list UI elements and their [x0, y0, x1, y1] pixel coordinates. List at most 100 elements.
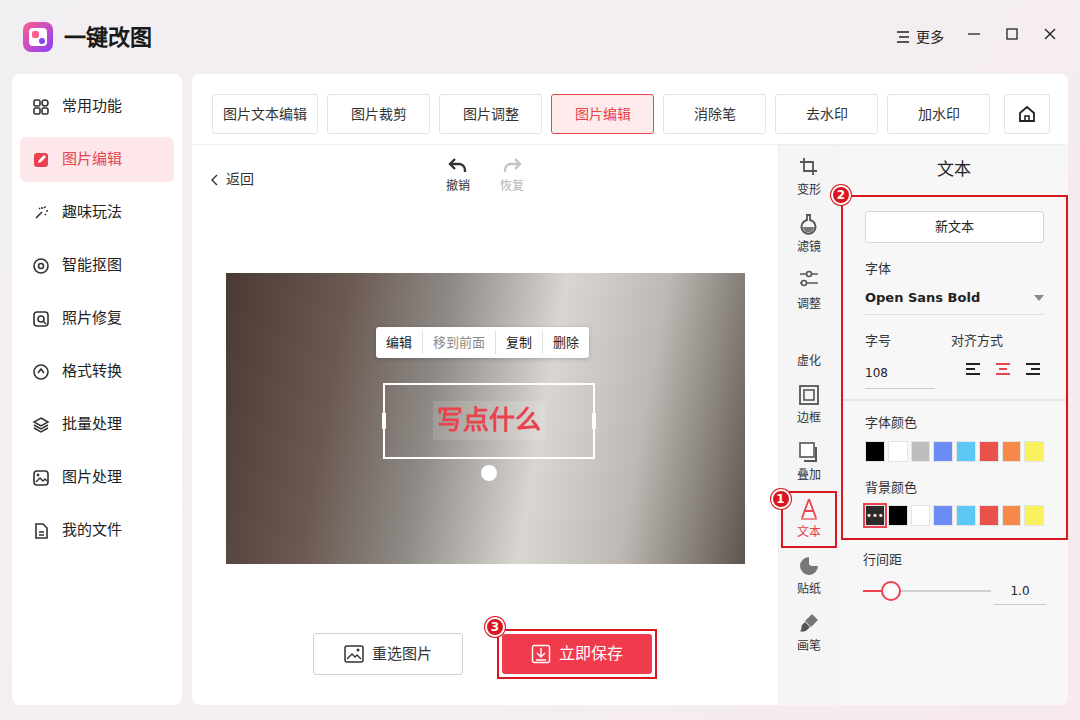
color-swatch[interactable]: [911, 505, 931, 526]
history-controls: 撤销 恢复: [446, 155, 524, 195]
reselect-button[interactable]: 重选图片: [313, 633, 463, 675]
close-icon: [1042, 26, 1058, 42]
color-swatch[interactable]: [1002, 441, 1022, 462]
resize-handle[interactable]: [382, 413, 386, 429]
color-swatch[interactable]: [1002, 505, 1022, 526]
color-swatch[interactable]: [979, 441, 999, 462]
maximize-button[interactable]: [1004, 26, 1020, 48]
tool-item[interactable]: 边框: [781, 377, 837, 434]
new-text-button[interactable]: 新文本: [865, 211, 1044, 243]
canvas-actions: 重选图片立即保存3: [192, 621, 778, 705]
tab[interactable]: 图片调整: [439, 94, 542, 134]
color-swatch[interactable]: [1024, 505, 1044, 526]
tool-item[interactable]: 变形: [781, 149, 837, 206]
align-right-button[interactable]: [1022, 358, 1044, 380]
sidebar-item[interactable]: 格式转换: [20, 349, 174, 394]
color-swatch[interactable]: [911, 441, 931, 462]
app-logo-icon: [22, 21, 54, 53]
sidebar-item[interactable]: 照片修复: [20, 296, 174, 341]
color-swatch[interactable]: [933, 505, 953, 526]
color-swatch[interactable]: [888, 505, 908, 526]
tool-label: 画笔: [797, 637, 821, 655]
bg-color-swatches: •••: [865, 505, 1044, 526]
sidebar-label: 批量处理: [62, 413, 122, 436]
tool-label: 调整: [797, 295, 821, 313]
annotation-frame: 2新文本字体Open Sans Bold字号108对齐方式字体颜色背景颜色•••: [841, 195, 1068, 541]
save-label: 立即保存: [559, 642, 623, 666]
redo-button[interactable]: 恢复: [500, 155, 524, 195]
history-label: 撤销: [446, 177, 470, 195]
annotation-badge: 1: [771, 489, 791, 509]
tab[interactable]: 图片裁剪: [327, 94, 430, 134]
app-title: 一键改图: [64, 21, 152, 54]
filter-flask-icon: [798, 213, 820, 235]
caret-down-icon: [1034, 295, 1044, 301]
tab[interactable]: 加水印: [887, 94, 990, 134]
color-swatch[interactable]: [888, 441, 908, 462]
rotate-handle[interactable]: [481, 465, 497, 481]
tool-label: 边框: [797, 409, 821, 427]
tool-item[interactable]: 滤镜: [781, 206, 837, 263]
history-label: 恢复: [500, 177, 524, 195]
slider-track[interactable]: [863, 590, 991, 592]
text-layer-text[interactable]: 写点什么: [433, 401, 545, 440]
image-icon: [344, 645, 364, 663]
back-button[interactable]: 返回: [210, 169, 254, 190]
color-swatch[interactable]: [865, 441, 885, 462]
size-label: 字号: [865, 331, 935, 351]
minimize-button[interactable]: [966, 26, 982, 48]
font-dropdown[interactable]: Open Sans Bold: [865, 282, 1044, 315]
color-swatch[interactable]: [956, 505, 976, 526]
magic-wand-icon: [32, 204, 50, 222]
sidebar-item[interactable]: 智能抠图: [20, 243, 174, 288]
sidebar-label: 智能抠图: [62, 254, 122, 277]
layer-menu-item[interactable]: 复制: [495, 331, 542, 355]
sidebar-item[interactable]: 批量处理: [20, 402, 174, 447]
photo[interactable]: 写点什么 编辑移到前面复制删除: [226, 273, 745, 564]
tool-item[interactable]: 叠加: [781, 434, 837, 491]
sidebar-label: 图片编辑: [62, 148, 122, 171]
sidebar-item[interactable]: 图片编辑: [20, 137, 174, 182]
align-center-button[interactable]: [992, 358, 1014, 380]
app-body: 常用功能图片编辑趣味玩法智能抠图照片修复格式转换批量处理图片处理我的文件 图片文…: [0, 74, 1080, 720]
save-button[interactable]: 立即保存: [502, 634, 652, 674]
tool-item[interactable]: 虚化: [781, 320, 837, 377]
sidebar-item[interactable]: 常用功能: [20, 84, 174, 129]
slider-thumb[interactable]: [881, 581, 901, 601]
size-align-row: 字号108对齐方式: [865, 331, 1044, 390]
resize-handle[interactable]: [592, 413, 596, 429]
text-layer[interactable]: 写点什么: [383, 383, 595, 459]
tool-item[interactable]: 调整: [781, 263, 837, 320]
tab[interactable]: 图片文本编辑: [212, 94, 318, 134]
sidebar-item[interactable]: 趣味玩法: [20, 190, 174, 235]
overlay-icon: [798, 441, 820, 463]
sidebar-item[interactable]: 我的文件: [20, 508, 174, 553]
tab[interactable]: 去水印: [775, 94, 878, 134]
layer-menu-item[interactable]: 删除: [542, 331, 589, 355]
color-swatch[interactable]: [933, 441, 953, 462]
custom-color-swatch[interactable]: •••: [865, 505, 885, 526]
color-swatch[interactable]: [1024, 441, 1044, 462]
tab[interactable]: 图片编辑: [551, 94, 654, 134]
tab[interactable]: 消除笔: [663, 94, 766, 134]
sidebar-item[interactable]: 图片处理: [20, 455, 174, 500]
home-button[interactable]: [1004, 94, 1050, 134]
align-left-button[interactable]: [962, 358, 984, 380]
frame-icon: [798, 384, 820, 406]
color-swatch[interactable]: [956, 441, 976, 462]
color-swatch[interactable]: [979, 505, 999, 526]
editor: 返回撤销恢复 写点什么编辑移到前面复制删除 重选图片立即保存3 变形滤镜调整虚化…: [192, 145, 1068, 705]
undo-button[interactable]: 撤销: [446, 155, 470, 195]
more-button[interactable]: 更多: [896, 27, 944, 48]
tool-item[interactable]: 画笔: [781, 605, 837, 662]
size-field[interactable]: 108: [865, 358, 935, 389]
tool-item[interactable]: 文本1: [781, 491, 837, 548]
line-spacing-field[interactable]: 1.0: [994, 578, 1046, 605]
line-spacing: 行间距1.0: [839, 540, 1068, 605]
layer-menu-item[interactable]: 移到前面: [422, 331, 495, 355]
close-button[interactable]: [1042, 26, 1058, 48]
layer-menu-item[interactable]: 编辑: [376, 331, 422, 355]
sliders-icon: [798, 270, 820, 292]
annotation-badge: 2: [831, 185, 851, 205]
tool-item[interactable]: 贴纸: [781, 548, 837, 605]
